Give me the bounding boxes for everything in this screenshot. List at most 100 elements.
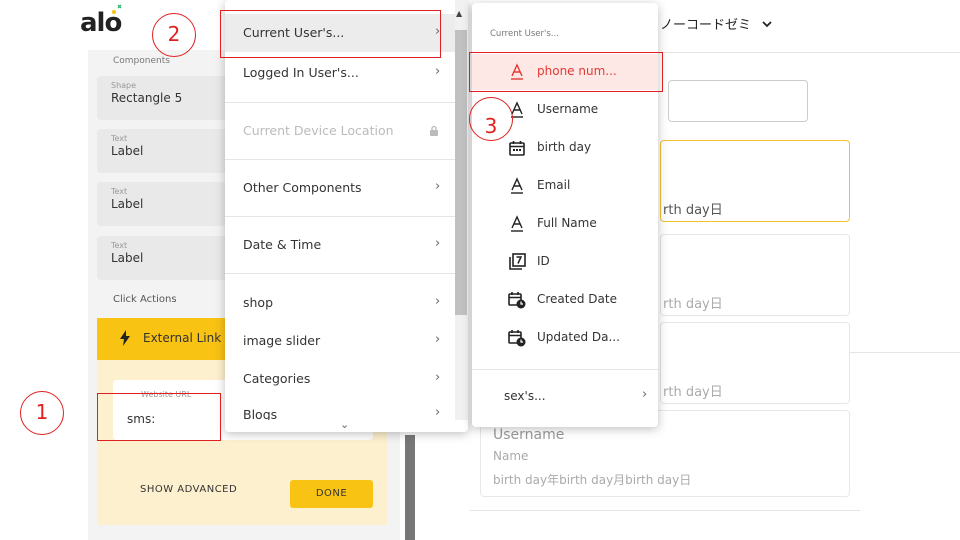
text-icon	[511, 215, 523, 232]
scroll-more-chevron-icon[interactable]: ⌄	[340, 418, 349, 431]
component-card[interactable]: Text Label	[97, 236, 227, 280]
annotation-box-3	[469, 52, 663, 92]
submenu-item-label: birth day	[537, 140, 592, 154]
calendar-clock-icon	[508, 292, 526, 309]
menu-item-categories[interactable]: Categories ›	[225, 360, 455, 398]
done-button[interactable]: DONE	[290, 480, 373, 508]
menu-separator	[225, 216, 455, 217]
chevron-down-icon	[762, 21, 772, 28]
component-name: Rectangle 5	[111, 91, 183, 105]
annotation-circle-1: 1	[20, 391, 64, 435]
user-menu-label: ノーコードゼミ	[660, 18, 752, 33]
submenu-item-id[interactable]: ID	[472, 244, 658, 280]
menu-item-label: Date & Time	[243, 237, 322, 252]
menu-item-label: Other Components	[243, 180, 362, 195]
show-advanced-button[interactable]: SHOW ADVANCED	[140, 484, 237, 495]
component-card[interactable]: Text Label	[97, 129, 227, 173]
chevron-right-icon: ›	[435, 179, 441, 194]
menu-item-label: shop	[243, 295, 274, 310]
chevron-right-icon: ›	[435, 370, 441, 385]
submenu-item-label: Updated Da...	[537, 330, 620, 344]
calendar-clock-icon	[508, 330, 526, 347]
action-label: External Link	[143, 331, 222, 345]
chevron-right-icon: ›	[435, 294, 441, 309]
menu-item-date-time[interactable]: Date & Time ›	[225, 226, 455, 264]
submenu-item-updated-date[interactable]: Updated Da...	[472, 320, 658, 356]
card-date: rth day日	[663, 203, 723, 218]
submenu-item-sex[interactable]: sex's...	[504, 389, 546, 403]
component-type: Text	[111, 134, 128, 143]
component-card[interactable]: Shape Rectangle 5	[97, 76, 227, 120]
annotation-box-2	[220, 10, 441, 58]
list-card-title: Username	[493, 427, 565, 443]
canvas-card[interactable]: rth day日	[660, 234, 850, 316]
lock-icon	[430, 125, 438, 136]
app-logo: alo	[80, 4, 122, 38]
submenu-item-label: Full Name	[537, 216, 597, 230]
card-date: rth day日	[663, 385, 723, 400]
submenu-header: Current User's...	[490, 29, 559, 39]
id-icon	[509, 253, 526, 270]
magic-text-menu: Current User's... › Logged In User's... …	[225, 0, 468, 432]
menu-item-shop[interactable]: shop ›	[225, 284, 455, 322]
submenu-item-email[interactable]: Email	[472, 168, 658, 204]
menu-scrollbar-thumb[interactable]	[455, 30, 467, 315]
list-card-date: birth day年birth day月birth day日	[493, 473, 692, 487]
submenu-item-label: ID	[537, 254, 550, 268]
menu-item-blogs[interactable]: Blogs ›	[225, 398, 455, 420]
card-date: rth day日	[663, 297, 723, 312]
annotation-number: 1	[35, 400, 49, 424]
menu-item-label: Blogs	[243, 407, 278, 420]
component-type: Text	[111, 187, 128, 196]
menu-item-other-components[interactable]: Other Components ›	[225, 169, 455, 207]
divider	[850, 352, 960, 353]
menu-item-label: Current Device Location	[243, 123, 394, 138]
menu-item-label: Categories	[243, 371, 311, 386]
submenu-item-label: Email	[537, 178, 571, 192]
component-name: Label	[111, 251, 144, 265]
canvas-input	[668, 80, 808, 122]
menu-separator	[225, 159, 455, 160]
chevron-right-icon: ›	[642, 387, 648, 402]
component-name: Label	[111, 144, 144, 158]
component-card[interactable]: Text Label	[97, 182, 227, 226]
canvas-card[interactable]: rth day日	[660, 322, 850, 404]
menu-item-label: Logged In User's...	[243, 65, 359, 80]
divider	[470, 510, 860, 511]
list-card-subtitle: Name	[493, 449, 529, 463]
divider	[660, 52, 960, 53]
annotation-box-1	[97, 393, 221, 441]
submenu-item-label: Username	[537, 102, 599, 116]
menu-item-logged-in-user[interactable]: Logged In User's... ›	[225, 54, 455, 92]
menu-item-label: image slider	[243, 333, 321, 348]
canvas-card-selected[interactable]: rth day日	[660, 140, 850, 222]
chevron-right-icon: ›	[435, 236, 441, 251]
menu-separator	[225, 102, 455, 103]
submenu-item-created-date[interactable]: Created Date	[472, 282, 658, 318]
menu-item-image-slider[interactable]: image slider ›	[225, 322, 455, 360]
component-name: Label	[111, 197, 144, 211]
lightning-bolt-icon	[120, 330, 130, 346]
menu-item-current-device-location: Current Device Location	[225, 112, 455, 150]
annotation-number: 2	[167, 22, 181, 46]
click-actions-heading: Click Actions	[113, 294, 177, 305]
calendar-icon	[509, 141, 525, 156]
logo-sparkle-icon	[112, 4, 122, 14]
annotation-circle-2: 2	[152, 13, 196, 57]
chevron-right-icon: ›	[435, 332, 441, 347]
submenu-item-label: Created Date	[537, 292, 617, 306]
components-heading: Components	[113, 56, 170, 66]
annotation-number: 3	[484, 114, 498, 138]
chevron-right-icon: ›	[435, 405, 441, 420]
text-icon	[511, 177, 523, 194]
component-type: Text	[111, 241, 128, 250]
panel-scrollbar[interactable]	[405, 435, 415, 540]
annotation-circle-3: 3	[469, 97, 513, 141]
user-menu[interactable]: ノーコードゼミ	[660, 14, 773, 33]
menu-separator	[225, 273, 455, 274]
chevron-right-icon: ›	[435, 64, 441, 79]
component-type: Shape	[111, 81, 137, 90]
submenu-item-full-name[interactable]: Full Name	[472, 206, 658, 242]
menu-separator	[472, 369, 658, 370]
scroll-up-arrow-icon[interactable]: ▲	[456, 9, 462, 18]
